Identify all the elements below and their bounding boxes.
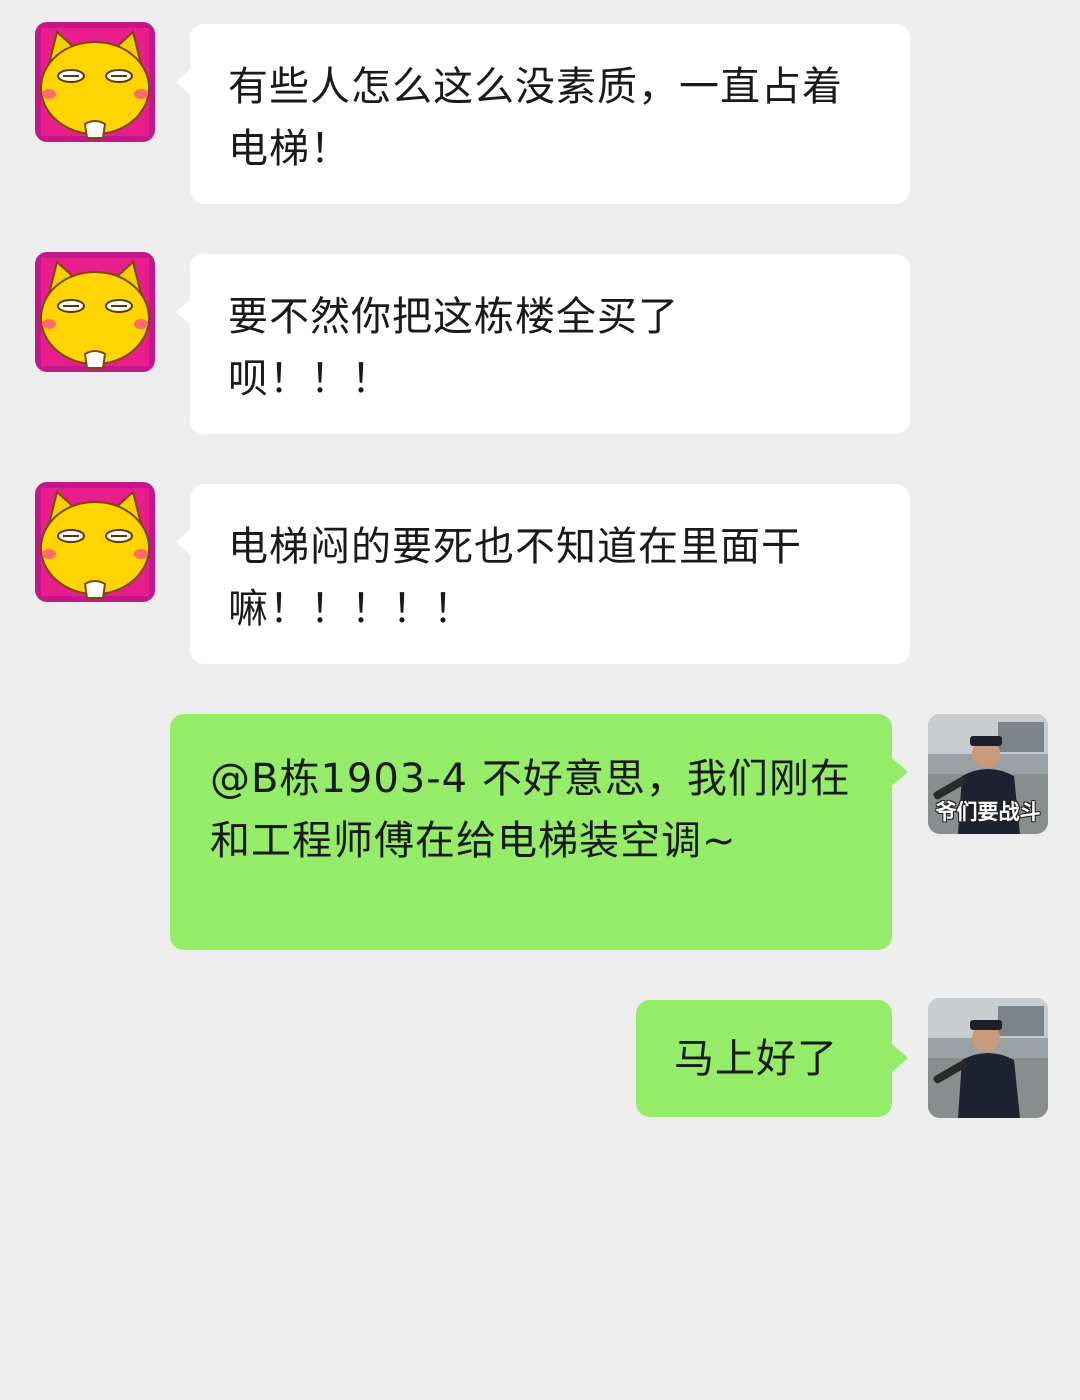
- message-bubble[interactable]: @B栋1903-4 不好意思，我们刚在和工程师傅在给电梯装空调~: [170, 714, 892, 950]
- cartoon-cat-avatar[interactable]: [35, 22, 155, 142]
- cat-icon: [35, 482, 155, 602]
- message-bubble[interactable]: 马上好了: [636, 1000, 892, 1117]
- message-bubble[interactable]: 有些人怎么这么没素质，一直占着电梯！: [190, 24, 910, 204]
- cat-icon: [35, 252, 155, 372]
- cartoon-cat-avatar[interactable]: [35, 482, 155, 602]
- message-text: 电梯闷的要死也不知道在里面干嘛！！！！！: [228, 524, 802, 632]
- person-photo-icon: [928, 998, 1048, 1118]
- police-photo-avatar[interactable]: [928, 998, 1048, 1118]
- message-bubble[interactable]: 要不然你把这栋楼全买了呗！！！: [190, 254, 910, 434]
- message-bubble[interactable]: 电梯闷的要死也不知道在里面干嘛！！！！！: [190, 484, 910, 664]
- bubble-tail: [892, 1044, 908, 1072]
- chat-area: 有些人怎么这么没素质，一直占着电梯！ 要不然你把这栋楼全买了呗！！！ 电梯闷的要…: [0, 0, 1080, 1400]
- message-text: 有些人怎么这么没素质，一直占着电梯！: [228, 64, 843, 172]
- message-text: 要不然你把这栋楼全买了呗！！！: [228, 294, 679, 402]
- message-text: 马上好了: [674, 1036, 838, 1082]
- cartoon-cat-avatar[interactable]: [35, 252, 155, 372]
- avatar-caption: 爷们要战斗: [935, 800, 1041, 824]
- police-photo-avatar[interactable]: 爷们要战斗: [928, 714, 1048, 834]
- bubble-tail: [892, 758, 908, 786]
- message-text: @B栋1903-4 不好意思，我们刚在和工程师傅在给电梯装空调~: [210, 756, 851, 864]
- cat-icon: [35, 22, 155, 142]
